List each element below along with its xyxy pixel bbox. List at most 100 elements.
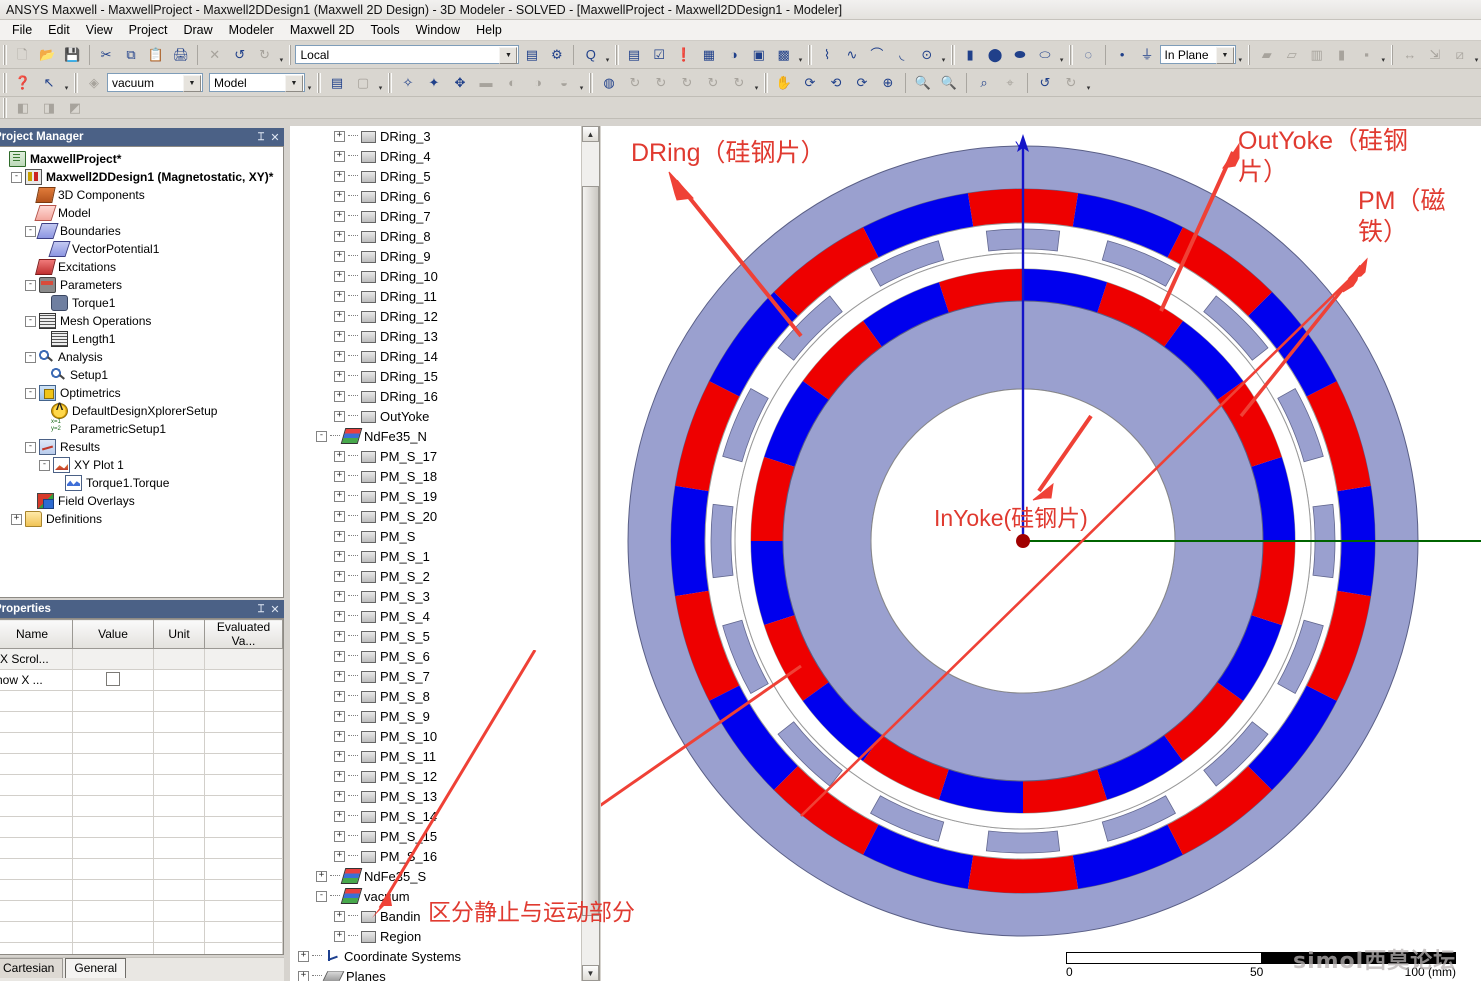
section-icon[interactable]: ▪ xyxy=(1355,43,1378,67)
extra-tool-1-icon[interactable]: ◧ xyxy=(11,96,35,120)
rotate-z-icon[interactable]: ↻ xyxy=(675,71,699,95)
expand-toggle-icon[interactable]: + xyxy=(334,150,345,162)
select-edge-icon[interactable]: ✦ xyxy=(422,71,446,95)
expand-toggle-icon[interactable]: + xyxy=(334,570,345,582)
model-tree-node[interactable]: + DRing_4 xyxy=(290,146,582,166)
model-tree-node[interactable]: + DRing_16 xyxy=(290,386,582,406)
toolbar-grip[interactable] xyxy=(589,72,593,93)
expand-toggle-icon[interactable]: + xyxy=(334,550,345,562)
rotate-free-icon[interactable]: ↻ xyxy=(701,71,725,95)
model-tree-node[interactable]: + Planes xyxy=(290,966,582,981)
model-tree-node[interactable]: + DRing_7 xyxy=(290,206,582,226)
animate-icon[interactable]: ▣ xyxy=(747,43,770,67)
draw-spline-icon[interactable]: ∿ xyxy=(840,43,863,67)
pin-icon[interactable]: ⌶ xyxy=(254,603,268,616)
fit-all-icon[interactable]: ⌕ xyxy=(972,71,996,95)
draw-dot-icon[interactable]: • xyxy=(1111,43,1134,67)
expand-toggle-icon[interactable]: + xyxy=(334,450,345,462)
model-tree-node[interactable]: + PM_S_6 xyxy=(290,646,582,666)
toolbar-overflow-chevron[interactable]: ▾ xyxy=(603,44,612,66)
draw-plane-icon[interactable]: ⏚ xyxy=(1136,43,1159,67)
expand-toggle-icon[interactable]: + xyxy=(334,410,345,422)
model-tree-node[interactable]: + DRing_10 xyxy=(290,266,582,286)
menu-item-edit[interactable]: Edit xyxy=(40,21,78,39)
fit-selection-icon[interactable]: ⌖ xyxy=(998,71,1022,95)
subtract-icon[interactable]: ▱ xyxy=(1280,43,1303,67)
hide-grid-icon[interactable]: ▢ xyxy=(351,71,375,95)
project-tree-node[interactable]: - Maxwell2DDesign1 (Magnetostatic, XY)* xyxy=(0,168,283,186)
dring-segment[interactable] xyxy=(985,830,1061,854)
toolbar-grip[interactable] xyxy=(388,72,392,93)
toolbar-grip[interactable] xyxy=(74,72,78,93)
model-tree-node[interactable]: + Coordinate Systems xyxy=(290,946,582,966)
column-header-value[interactable]: Value xyxy=(72,619,154,649)
model-tree-node[interactable]: + PM_S_20 xyxy=(290,506,582,526)
model-tree-node[interactable]: + Region xyxy=(290,926,582,946)
toolbar-grip[interactable] xyxy=(614,44,619,65)
expand-toggle-icon[interactable]: + xyxy=(11,513,22,525)
project-tree-node[interactable]: Setup1 xyxy=(0,366,283,384)
expand-toggle-icon[interactable]: + xyxy=(334,650,345,662)
expand-toggle-icon[interactable]: + xyxy=(334,170,345,182)
cs-face-icon[interactable]: ▤ xyxy=(520,43,543,67)
coordinate-system-select[interactable]: Local ▼ xyxy=(295,45,520,64)
draw-plane-select[interactable]: In Plane ▼ xyxy=(1159,45,1236,64)
scrollbar-thumb[interactable] xyxy=(582,186,599,916)
duplicate-icon[interactable]: ⇲ xyxy=(1423,43,1446,67)
model-tree-node[interactable]: + DRing_12 xyxy=(290,306,582,326)
model-tree-node[interactable]: + PM_S_2 xyxy=(290,566,582,586)
expand-toggle-icon[interactable]: + xyxy=(334,850,345,862)
toolbar-grip[interactable] xyxy=(3,44,7,65)
model-tree-node[interactable]: + DRing_11 xyxy=(290,286,582,306)
outer-magnet-segment[interactable] xyxy=(671,485,709,597)
zoom-in-icon[interactable]: 🔍 xyxy=(911,71,935,95)
model-tree-node[interactable]: + DRing_14 xyxy=(290,346,582,366)
model-tree-node[interactable]: + PM_S_7 xyxy=(290,666,582,686)
column-header-name[interactable]: Name xyxy=(0,619,73,649)
menu-item-view[interactable]: View xyxy=(78,21,121,39)
draw-rectangle-icon[interactable]: ▮ xyxy=(959,43,982,67)
project-tree-node[interactable]: - Mesh Operations xyxy=(0,312,283,330)
expand-toggle-icon[interactable]: + xyxy=(334,690,345,702)
cut-icon[interactable]: ✂ xyxy=(95,43,118,67)
expand-toggle-icon[interactable]: + xyxy=(334,130,345,142)
whats-this-icon[interactable]: ↖ xyxy=(37,71,61,95)
menu-item-maxwell2d[interactable]: Maxwell 2D xyxy=(282,21,363,39)
select-object-icon[interactable]: ▬ xyxy=(474,71,498,95)
toolbar-grip[interactable] xyxy=(3,72,7,93)
toolbar-overflow-chevron[interactable]: ▾ xyxy=(1379,44,1388,66)
zoom-out-icon[interactable]: 🔍 xyxy=(937,71,961,95)
expand-toggle-icon[interactable]: + xyxy=(334,530,345,542)
mirror-icon[interactable]: ⧄ xyxy=(1448,43,1471,67)
model-tree-node[interactable]: + OutYoke xyxy=(290,406,582,426)
expand-toggle-icon[interactable]: + xyxy=(334,350,345,362)
model-history-tree-panel[interactable]: + DRing_3 + DRing_4 + DRing_5 + DRing_6 + DRing_7… xyxy=(290,126,600,981)
expand-toggle-icon[interactable]: + xyxy=(334,510,345,522)
model-tree-node[interactable]: + DRing_9 xyxy=(290,246,582,266)
draw-arc-3pt-icon[interactable]: ◟ xyxy=(890,43,913,67)
model-tree-node[interactable]: + PM_S xyxy=(290,526,582,546)
draw-sphere-icon[interactable]: ◌ xyxy=(1077,43,1100,67)
toolbar-grip[interactable] xyxy=(317,72,321,93)
model-tree-node[interactable]: + PM_S_17 xyxy=(290,446,582,466)
toolbar-overflow-chevron[interactable]: ▾ xyxy=(577,72,586,94)
property-value-cell[interactable] xyxy=(72,669,154,691)
project-tree-node[interactable]: Excitations xyxy=(0,258,283,276)
collapse-toggle-icon[interactable]: - xyxy=(11,171,22,183)
view-undo-icon[interactable]: ↺ xyxy=(1033,71,1057,95)
project-tree[interactable]: MaxwellProject* - Maxwell2DDesign1 (Magnet… xyxy=(0,147,283,528)
model-tree-node[interactable]: + PM_S_4 xyxy=(290,606,582,626)
toolbar-overflow-chevron[interactable]: ▾ xyxy=(796,44,805,66)
toolbar-overflow-chevron[interactable]: ▾ xyxy=(376,72,385,94)
model-tree-node[interactable]: + NdFe35_S xyxy=(290,866,582,886)
model-tree-node[interactable]: + PM_S_5 xyxy=(290,626,582,646)
model-history-tree[interactable]: + DRing_3 + DRing_4 + DRing_5 + DRing_6 + DRing_7… xyxy=(290,126,582,981)
model-tree-node[interactable]: + PM_S_13 xyxy=(290,786,582,806)
menu-item-modeler[interactable]: Modeler xyxy=(221,21,282,39)
project-tree-node[interactable]: - XY Plot 1 xyxy=(0,456,283,474)
draw-line-icon[interactable]: ⌇ xyxy=(816,43,839,67)
project-tree-node[interactable]: - Results xyxy=(0,438,283,456)
menu-item-file[interactable]: File xyxy=(4,21,40,39)
model-tree-node[interactable]: + PM_S_19 xyxy=(290,486,582,506)
property-checkbox[interactable] xyxy=(106,671,120,686)
